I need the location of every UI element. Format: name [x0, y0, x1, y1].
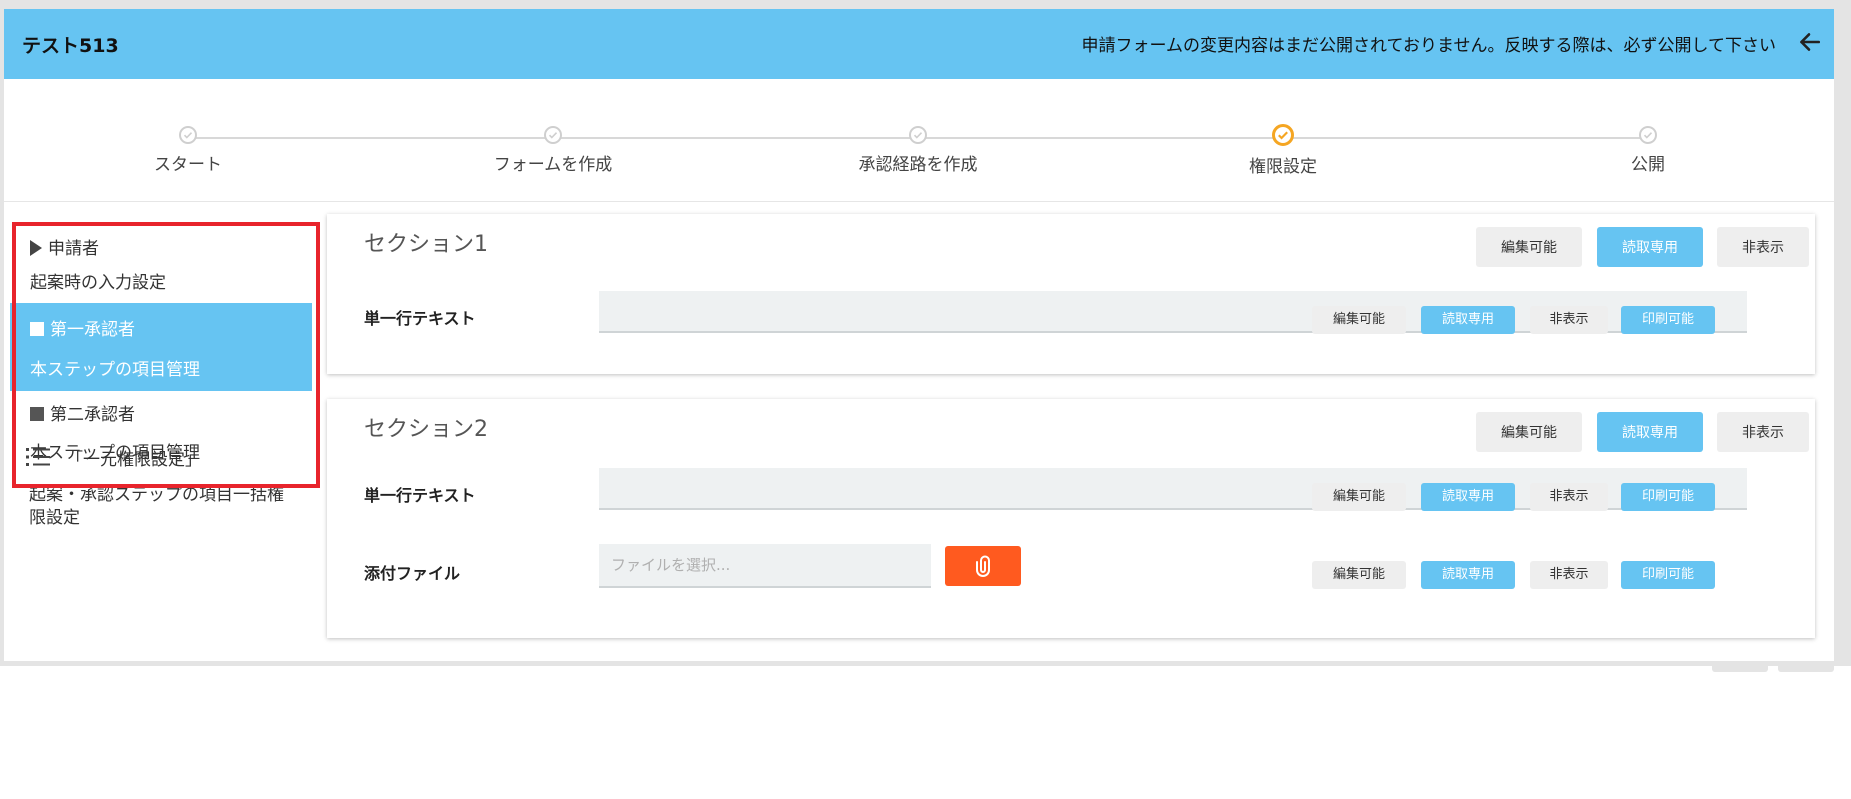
- sidebar-item-label: 申請者: [48, 239, 99, 259]
- field-editable-button[interactable]: 編集可能: [1312, 306, 1406, 334]
- check-icon: [1639, 126, 1657, 144]
- triangle-right-icon: [30, 240, 42, 256]
- sidebar-item-first-approver[interactable]: 第一承認者 本ステップの項目管理: [10, 303, 312, 391]
- field-hidden-button[interactable]: 非表示: [1530, 483, 1608, 511]
- square-icon: [30, 322, 44, 336]
- app-title: テスト513: [22, 35, 119, 57]
- section-title: セクション1: [364, 232, 488, 257]
- attach-file-button[interactable]: [945, 546, 1021, 586]
- top-header: テスト513 申請フォームの変更内容はまだ公開されておりません。反映する際は、必…: [4, 9, 1834, 79]
- main-card: テスト513 申請フォームの変更内容はまだ公開されておりません。反映する際は、必…: [4, 9, 1834, 661]
- step-label: フォームを作成: [493, 155, 613, 175]
- field-printable-button[interactable]: 印刷可能: [1621, 483, 1715, 511]
- section-hidden-button[interactable]: 非表示: [1717, 412, 1809, 452]
- check-icon: [179, 126, 197, 144]
- step-label: 承認経路を作成: [858, 155, 978, 175]
- unpublished-notice: 申請フォームの変更内容はまだ公開されておりません。反映する際は、必ず公開して下さ…: [1081, 36, 1776, 56]
- field-printable-button[interactable]: 印刷可能: [1621, 306, 1715, 334]
- sidebar-item-label: 「一元権限設定」: [66, 450, 202, 470]
- section-editable-button[interactable]: 編集可能: [1476, 227, 1582, 267]
- square-icon: [30, 407, 44, 421]
- step-label: スタート: [154, 155, 222, 175]
- section-title: セクション2: [364, 417, 488, 442]
- section-editable-button[interactable]: 編集可能: [1476, 412, 1582, 452]
- field-readonly-button[interactable]: 読取専用: [1421, 483, 1515, 511]
- section-readonly-button[interactable]: 読取専用: [1597, 412, 1703, 452]
- bottom-tab-stub: [1712, 666, 1768, 672]
- check-icon: [1272, 124, 1294, 146]
- check-icon: [544, 126, 562, 144]
- step-permissions[interactable]: 権限設定: [1173, 124, 1393, 177]
- section-hidden-button[interactable]: 非表示: [1717, 227, 1809, 267]
- step-label: 権限設定: [1249, 157, 1317, 177]
- check-icon: [909, 126, 927, 144]
- field-readonly-button[interactable]: 読取専用: [1421, 561, 1515, 589]
- step-label: 公開: [1631, 155, 1665, 175]
- sidebar-item-subtitle: 本ステップの項目管理: [30, 360, 200, 380]
- step-form[interactable]: フォームを作成: [443, 126, 663, 175]
- field-editable-button[interactable]: 編集可能: [1312, 483, 1406, 511]
- field-label: 添付ファイル: [364, 564, 461, 583]
- step-publish[interactable]: 公開: [1538, 126, 1758, 175]
- bottom-tab-stub: [1778, 666, 1834, 672]
- field-readonly-button[interactable]: 読取専用: [1421, 306, 1515, 334]
- sidebar-item-label: 第二承認者: [50, 405, 135, 425]
- sidebar-item-description: 起案・承認ステップの項目一括権限設定: [29, 485, 284, 528]
- app-frame: テスト513 申請フォームの変更内容はまだ公開されておりません。反映する際は、必…: [0, 0, 1851, 666]
- sidebar-item-subtitle: 起案時の入力設定: [30, 273, 166, 293]
- field-label: 単一行テキスト: [364, 309, 476, 328]
- step-route[interactable]: 承認経路を作成: [808, 126, 1028, 175]
- arrow-left-icon[interactable]: [1796, 29, 1822, 55]
- section-card: セクション2 編集可能 読取専用 非表示 単一行テキスト 編集可能 読取専用 非…: [327, 399, 1815, 638]
- step-start[interactable]: スタート: [78, 126, 298, 175]
- field-hidden-button[interactable]: 非表示: [1530, 306, 1608, 334]
- sidebar: 申請者 起案時の入力設定 第一承認者 本ステップの項目管理 第二承認者 本ステッ…: [4, 202, 324, 661]
- field-label: 単一行テキスト: [364, 486, 476, 505]
- section-readonly-button[interactable]: 読取専用: [1597, 227, 1703, 267]
- field-hidden-button[interactable]: 非表示: [1530, 561, 1608, 589]
- sidebar-item-label: 第一承認者: [50, 320, 135, 340]
- field-printable-button[interactable]: 印刷可能: [1621, 561, 1715, 589]
- field-editable-button[interactable]: 編集可能: [1312, 561, 1406, 589]
- file-select-input[interactable]: [599, 544, 931, 588]
- list-icon: [26, 448, 50, 466]
- section-card: セクション1 編集可能 読取専用 非表示 単一行テキスト 編集可能 読取専用 非…: [327, 214, 1815, 374]
- sidebar-item-applicant[interactable]: 申請者 起案時の入力設定: [10, 224, 312, 294]
- paperclip-icon: [976, 555, 990, 577]
- progress-stepper: スタート フォームを作成 承認経路を作成 権限設定 公開: [4, 79, 1834, 202]
